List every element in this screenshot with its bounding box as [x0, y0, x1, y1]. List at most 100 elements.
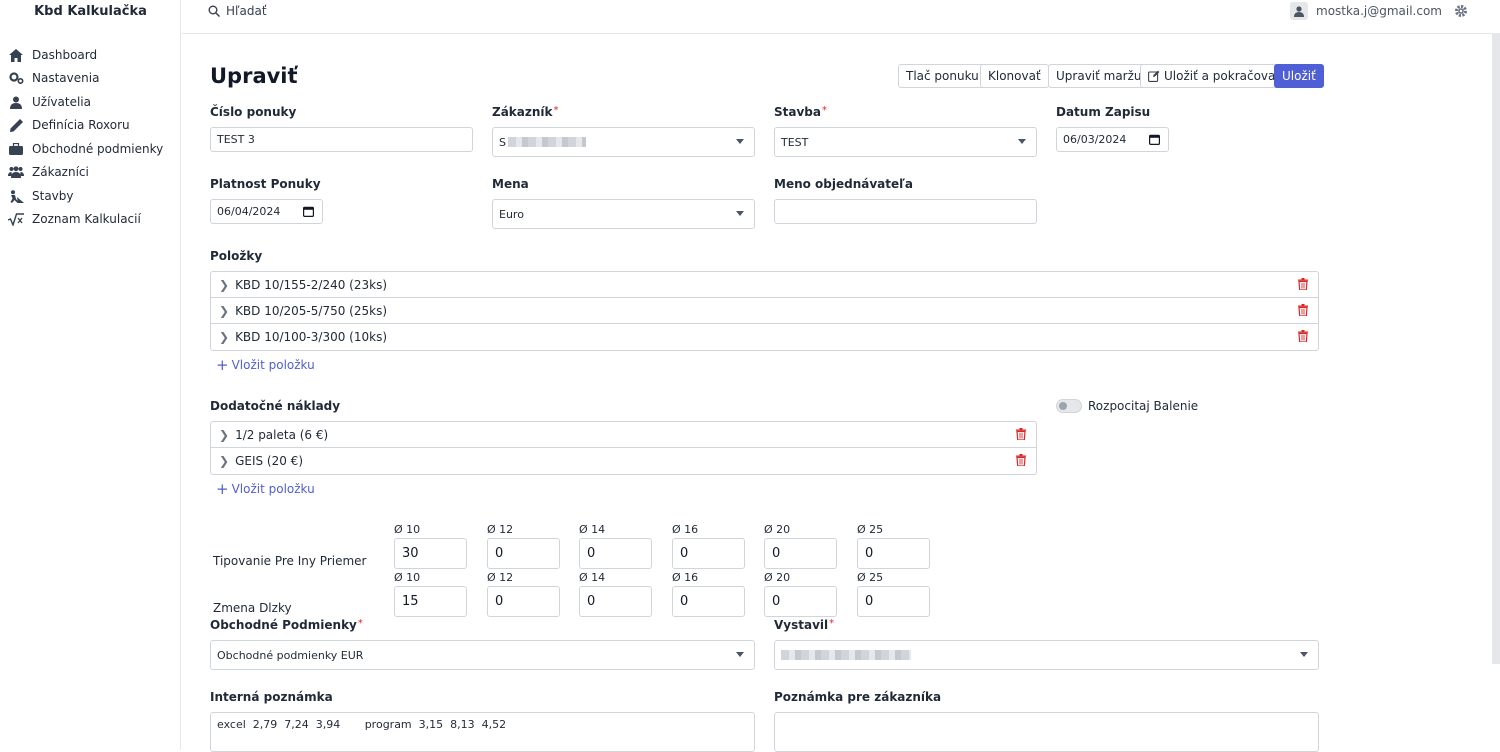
customer-note-label: Poznámka pre zákazníka — [774, 690, 941, 704]
internal-note-textarea[interactable]: excel 2,79 7,24 3,94 program 3,15 8,13 4… — [210, 712, 755, 752]
user-menu[interactable]: mostka.j@gmail.com — [1290, 2, 1442, 20]
trash-icon[interactable] — [1298, 304, 1308, 319]
building-value: TEST — [781, 136, 808, 149]
print-offer-button[interactable]: Tlač ponuku — [898, 64, 987, 88]
user-icon — [8, 95, 24, 109]
required-mark: * — [822, 105, 827, 116]
diameter-input[interactable]: 30 — [394, 538, 467, 569]
redacted-issuer — [781, 650, 911, 660]
diameter-header: Ø 25 — [857, 571, 883, 584]
diameter-input[interactable]: 0 — [487, 538, 560, 569]
orderer-name-label: Meno objednávateľa — [774, 177, 913, 191]
items-label: Položky — [210, 249, 262, 263]
diameter-row-label: Tipovanie Pre Iny Priemer — [213, 554, 366, 568]
customer-label-text: Zákazník — [492, 105, 553, 119]
sidebar-item-dashboard[interactable]: Dashboard — [8, 45, 97, 65]
building-select[interactable]: TEST — [774, 127, 1037, 157]
orderer-name-input[interactable] — [774, 199, 1037, 224]
trash-icon[interactable] — [1016, 428, 1026, 443]
internal-note-label: Interná poznámka — [210, 690, 333, 704]
list-item[interactable]: ❯ KBD 10/100-3/300 (10ks) — [211, 324, 1318, 350]
diameter-header: Ø 14 — [579, 571, 605, 584]
chevron-down-icon — [736, 652, 744, 657]
trash-icon[interactable] — [1298, 278, 1308, 293]
chevron-right-icon[interactable]: ❯ — [219, 278, 229, 292]
sidebar-item-label: Obchodné podmienky — [32, 142, 163, 156]
topbar: Hľadať mostka.j@gmail.com — [182, 0, 1500, 34]
issued-by-label-text: Vystavil — [774, 618, 828, 632]
save-button[interactable]: Uložiť — [1274, 64, 1324, 88]
customer-select[interactable]: S — [492, 127, 755, 157]
calendar-icon — [1149, 134, 1160, 145]
chevron-down-icon — [736, 211, 744, 216]
diameter-header: Ø 14 — [579, 523, 605, 536]
diameter-input[interactable]: 0 — [672, 586, 745, 617]
clone-button[interactable]: Klonovať — [980, 64, 1049, 88]
sidebar-item-buildings[interactable]: Stavby — [8, 186, 74, 206]
diameter-input[interactable]: 0 — [857, 538, 930, 569]
home-icon — [8, 48, 24, 62]
trash-icon[interactable] — [1016, 454, 1026, 469]
sidebar-item-terms[interactable]: Obchodné podmienky — [8, 139, 163, 159]
packaging-toggle[interactable] — [1056, 399, 1082, 413]
chevron-right-icon[interactable]: ❯ — [219, 304, 229, 318]
user-icon — [1294, 6, 1304, 17]
list-item[interactable]: ❯ GEIS (20 €) — [211, 448, 1036, 474]
chevron-right-icon[interactable]: ❯ — [219, 428, 229, 442]
validity-date-value: 06/04/2024 — [217, 205, 280, 218]
record-date-input[interactable]: 06/03/2024 — [1056, 127, 1169, 152]
trash-icon[interactable] — [1298, 330, 1308, 345]
sidebar-item-roxor[interactable]: Definícia Roxoru — [8, 115, 130, 135]
sidebar-item-label: Zoznam Kalkulacií — [32, 212, 141, 226]
edit-margin-button[interactable]: Upraviť maržu — [1048, 64, 1150, 88]
list-item[interactable]: ❯ KBD 10/205-5/750 (25ks) — [211, 298, 1318, 324]
sidebar-item-label: Nastavenia — [32, 71, 99, 85]
sidebar-item-settings[interactable]: Nastavenia — [8, 68, 99, 88]
diameter-input[interactable]: 0 — [857, 586, 930, 617]
customer-label: Zákazník* — [492, 105, 559, 119]
sidebar-item-calculations[interactable]: Zoznam Kalkulacií — [8, 209, 141, 229]
list-item[interactable]: ❯ KBD 10/155-2/240 (23ks) — [211, 272, 1318, 298]
customer-note-textarea[interactable] — [774, 712, 1319, 752]
gears-icon — [8, 71, 24, 85]
currency-label: Mena — [492, 177, 529, 191]
diameter-input[interactable]: 0 — [672, 538, 745, 569]
add-item-link[interactable]: + Vložit položku — [216, 358, 315, 372]
diameter-input[interactable]: 15 — [394, 586, 467, 617]
sidebar-item-users[interactable]: Užívatelia — [8, 92, 91, 112]
search-button[interactable]: Hľadať — [208, 3, 267, 19]
chevron-down-icon — [736, 139, 744, 144]
validity-date-input[interactable]: 06/04/2024 — [210, 199, 323, 224]
plus-icon: + — [216, 359, 229, 371]
currency-select[interactable]: Euro — [492, 199, 755, 229]
terms-value: Obchodné podmienky EUR — [217, 649, 363, 662]
sidebar-item-customers[interactable]: Zákazníci — [8, 162, 89, 182]
diameter-input[interactable]: 0 — [764, 586, 837, 617]
construction-icon — [8, 189, 24, 203]
terms-label: Obchodné Podmienky* — [210, 618, 363, 632]
diameter-input[interactable]: 0 — [579, 586, 652, 617]
gear-icon[interactable] — [1454, 4, 1468, 21]
save-continue-button[interactable]: Uložiť a pokračovať — [1140, 64, 1288, 88]
chevron-right-icon[interactable]: ❯ — [219, 454, 229, 468]
required-mark: * — [829, 618, 834, 629]
issued-by-select[interactable] — [774, 640, 1319, 670]
diameter-header: Ø 12 — [487, 571, 513, 584]
save-continue-label: Uložiť a pokračovať — [1164, 69, 1280, 83]
diameter-input[interactable]: 0 — [487, 586, 560, 617]
chevron-right-icon[interactable]: ❯ — [219, 330, 229, 344]
search-label: Hľadať — [226, 4, 267, 18]
currency-value: Euro — [499, 208, 524, 221]
packaging-toggle-label: Rozpocitaj Balenie — [1088, 399, 1198, 413]
sidebar-item-label: Zákazníci — [32, 165, 89, 179]
edit-icon — [1148, 70, 1160, 82]
diameter-input[interactable]: 0 — [764, 538, 837, 569]
terms-select[interactable]: Obchodné podmienky EUR — [210, 640, 755, 670]
offer-number-input[interactable]: TEST 3 — [210, 127, 473, 152]
diameter-input[interactable]: 0 — [579, 538, 652, 569]
extra-costs-label: Dodatočné náklady — [210, 399, 340, 413]
list-item[interactable]: ❯ 1/2 paleta (6 €) — [211, 422, 1036, 448]
diameter-header: Ø 25 — [857, 523, 883, 536]
sidebar: Kbd Kalkulačka Dashboard Nastavenia Užív… — [0, 0, 181, 750]
add-extra-cost-link[interactable]: + Vložit položku — [216, 482, 315, 496]
